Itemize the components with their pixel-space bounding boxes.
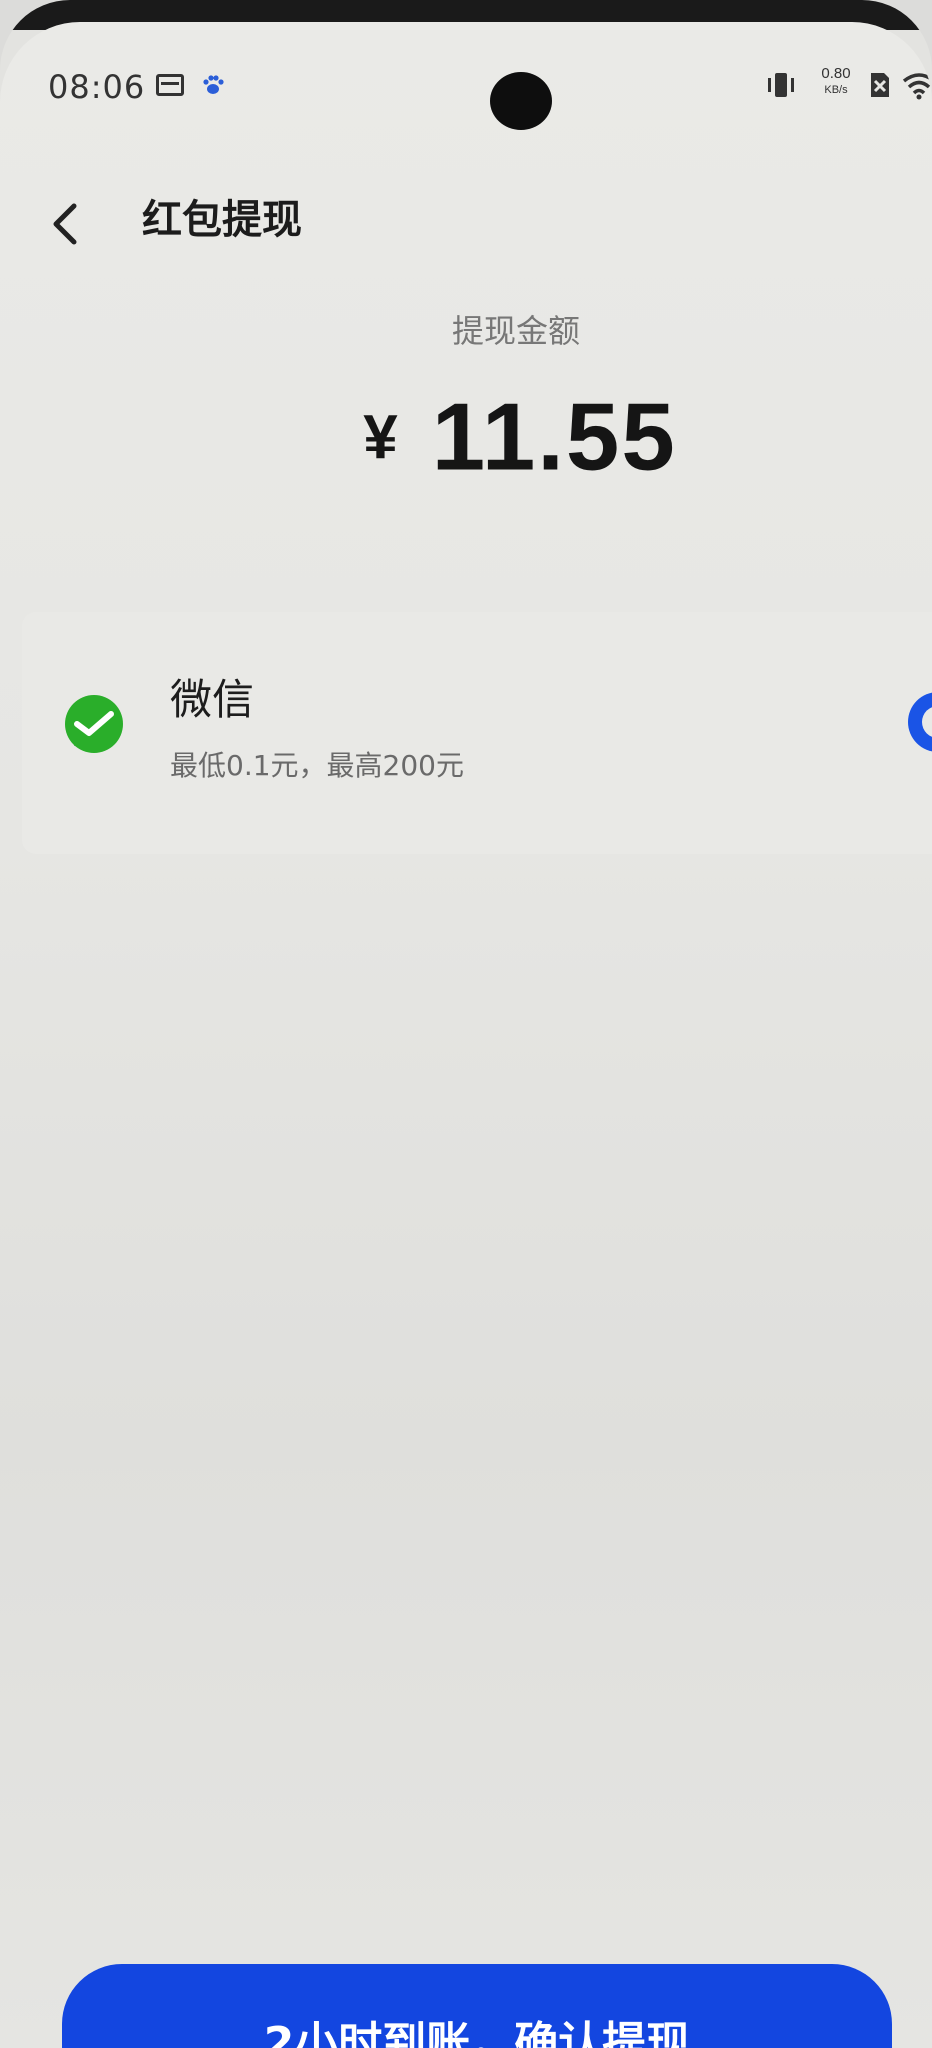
confirm-withdraw-button[interactable]: 2小时到账，确认提现 — [62, 1964, 892, 2048]
status-time: 08:06 — [48, 68, 146, 106]
currency-symbol: ¥ — [363, 402, 398, 472]
page-header: 红包提现 — [0, 182, 932, 262]
status-bar: 08:06 0.80 KB/s — [0, 62, 932, 112]
amount-display: ¥11.55 — [0, 382, 932, 493]
wechat-icon — [65, 695, 123, 753]
phone-screen: 08:06 0.80 KB/s 红包提现 提现金额 ¥ 11.55 微信 最低0… — [0, 0, 932, 2048]
amount-label: 提现金额 — [451, 312, 580, 350]
back-arrow-icon[interactable] — [48, 202, 84, 246]
vibrate-icon — [768, 73, 794, 97]
front-camera — [490, 72, 552, 130]
network-speed-unit: KB/s — [824, 84, 848, 96]
amount-value: 11.55 — [431, 383, 677, 491]
selected-radio-icon[interactable] — [908, 692, 932, 752]
network-speed: 0.80 KB/s — [814, 66, 858, 98]
app-window: 08:06 0.80 KB/s 红包提现 提现金额 ¥ 11.55 微信 最低0… — [0, 22, 932, 2048]
page-title: 红包提现 — [142, 197, 302, 243]
payment-method-name: 微信 — [170, 675, 255, 724]
payment-method-wechat[interactable]: 微信 最低0.1元，最高200元 — [22, 612, 932, 854]
sim-card-icon — [156, 74, 184, 96]
payment-method-limit: 最低0.1元，最高200元 — [170, 749, 464, 782]
wifi-icon — [902, 73, 932, 100]
paw-icon — [203, 75, 224, 94]
network-speed-value: 0.80 — [821, 65, 851, 82]
no-sim-icon — [871, 73, 889, 97]
